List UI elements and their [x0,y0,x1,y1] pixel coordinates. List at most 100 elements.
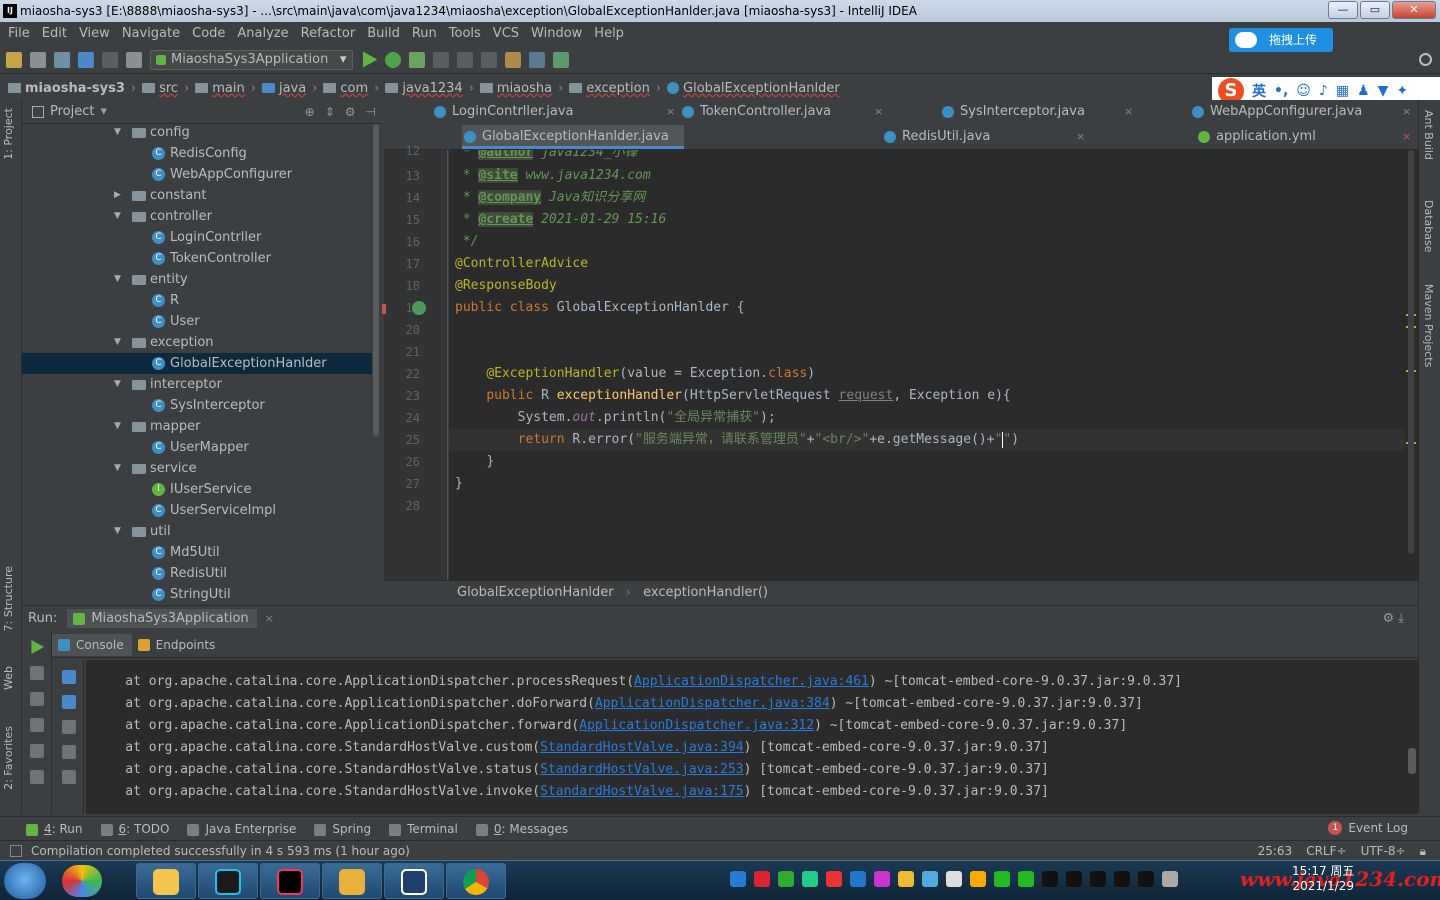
caret-position[interactable]: 25:63 [1258,841,1293,861]
tray-icon[interactable] [946,871,962,887]
tray-icon[interactable] [730,871,746,887]
close-icon[interactable]: × [1402,100,1411,124]
tool-tab-messages[interactable]: 0: Messages [475,822,568,836]
breadcrumb-java1234[interactable]: java1234 › [385,81,474,96]
menu-refactor[interactable]: Refactor [295,26,362,41]
collapse-icon[interactable]: ⇕ [325,105,335,119]
tab-webappconfigurer[interactable]: WebAppConfigurer.java × [1190,100,1414,124]
tree-file[interactable]: C UserServiceImpl [22,500,372,521]
tab-web[interactable]: Web [2,666,15,690]
tray-icon[interactable] [898,871,914,887]
layout-icon[interactable] [30,770,44,784]
ime-keyboard-icon[interactable]: ▦ [1336,83,1349,99]
menu-help[interactable]: Help [588,26,630,41]
tree-folder[interactable]: ▶ constant [22,185,372,206]
tree-file[interactable]: C RedisUtil [22,563,372,584]
locate-icon[interactable]: ⊕ [305,105,315,119]
source-link[interactable]: StandardHostValve.java:253 [540,762,744,777]
breadcrumb-main[interactable]: main › [195,81,256,96]
lock-icon[interactable]: 🔒︎ [1420,841,1426,861]
source-link[interactable]: ApplicationDispatcher.java:461 [634,674,869,689]
tray-icon[interactable] [850,871,866,887]
source-link[interactable]: ApplicationDispatcher.java:312 [579,718,814,733]
stop-icon[interactable] [30,666,44,680]
run-configuration-select[interactable]: MiaoshaSys3Application [150,49,354,70]
exit-icon[interactable] [30,744,44,758]
tab-database[interactable]: Database [1422,200,1435,253]
scroll-to-end-icon[interactable] [62,745,76,759]
vcs-icon[interactable] [457,51,474,68]
up-arrow-icon[interactable] [62,670,76,684]
gear-icon[interactable]: ⚙ ⤓ [1382,611,1404,626]
breadcrumb-project[interactable]: miaosha-sys3 › [8,81,136,96]
chevron-down-icon[interactable]: ▼ [114,458,121,479]
menu-analyze[interactable]: Analyze [231,26,294,41]
menu-vcs[interactable]: VCS [487,26,525,41]
tab-tokencontroller[interactable]: TokenController.java × [680,100,920,124]
ime-tools-icon[interactable]: ✦ [1396,83,1408,99]
tree-folder[interactable]: ▼ service [22,458,372,479]
project-structure-icon[interactable] [529,51,546,68]
chevron-down-icon[interactable]: ▼ [114,269,121,290]
sync-icon[interactable] [54,51,70,68]
tab-structure[interactable]: 7: Structure [2,566,15,631]
taskbar-window[interactable] [322,863,382,899]
line-separator[interactable]: CRLF÷ [1306,841,1346,861]
event-log-button[interactable]: Event Log [1328,821,1408,835]
file-encoding[interactable]: UTF-8÷ [1361,841,1406,861]
tab-logincontrller[interactable]: LoginContrller.java × [432,100,675,124]
back-arrow-icon[interactable] [78,51,94,68]
tray-icon[interactable] [970,871,986,887]
source-link[interactable]: ApplicationDispatcher.java:384 [595,696,830,711]
tray-icon[interactable] [754,871,770,887]
search-icon[interactable] [1419,53,1432,66]
gear-icon[interactable]: ⚙ [345,105,356,119]
menu-window[interactable]: Window [525,26,588,41]
tree-folder[interactable]: ▼ config [22,124,372,143]
tray-icon[interactable] [826,871,842,887]
menu-tools[interactable]: Tools [443,26,487,41]
editor-crumb-class[interactable]: GlobalExceptionHanlder [457,585,614,600]
ime-language[interactable]: 英 [1252,81,1266,101]
close-icon[interactable]: × [265,612,274,625]
run-icon[interactable] [362,51,378,68]
tray-icon[interactable] [874,871,890,887]
taskbar-webstorm[interactable] [198,863,258,899]
tab-endpoints[interactable]: Endpoints [132,634,224,656]
ime-user-icon[interactable]: ♟ [1357,83,1370,99]
editor-crumb-method[interactable]: exceptionHandler() [643,585,768,600]
tab-favorites[interactable]: 2: Favorites [2,726,15,790]
tree-file[interactable]: C GlobalExceptionHanlder [22,353,372,374]
tab-redisutil[interactable]: RedisUtil.java × [882,125,1092,149]
down-arrow-icon[interactable] [62,695,76,709]
chevron-down-icon[interactable]: ▼ [114,332,121,353]
rerun-icon[interactable] [31,640,44,654]
chevron-down-icon[interactable]: ▼ [114,374,121,395]
qq-icon[interactable] [1066,871,1082,887]
qq-icon[interactable] [1042,871,1058,887]
print-icon[interactable] [62,770,76,784]
close-icon[interactable]: × [874,100,883,124]
maximize-button[interactable]: ▭ [1360,1,1390,19]
save-all-icon[interactable] [30,51,46,68]
tool-tab-java-enterprise[interactable]: Java Enterprise [187,822,296,836]
tree-folder[interactable]: ▼ interceptor [22,374,372,395]
chevron-down-icon[interactable]: ▼ [114,206,121,227]
tool-window-toggle-icon[interactable] [10,845,22,857]
stop-icon[interactable] [433,51,450,68]
pause-icon[interactable] [30,692,44,706]
update-icon[interactable] [481,51,498,68]
360-browser-icon[interactable] [62,865,102,897]
tree-file[interactable]: C LoginContrller [22,227,372,248]
tree-folder[interactable]: ▼ exception [22,332,372,353]
menu-run[interactable]: Run [406,26,443,41]
tab-maven-projects[interactable]: Maven Projects [1422,284,1435,367]
forward-arrow-icon[interactable] [102,51,118,68]
tab-console[interactable]: Console [52,633,132,656]
tray-icon[interactable] [922,871,938,887]
tree-file[interactable]: C RedisConfig [22,143,372,164]
breadcrumb-java[interactable]: java › [261,81,317,96]
hide-icon[interactable]: ⊣ [366,105,376,119]
close-button[interactable]: ✕ [1392,1,1436,19]
console-output[interactable]: at org.apache.catalina.core.ApplicationD… [86,660,1418,814]
